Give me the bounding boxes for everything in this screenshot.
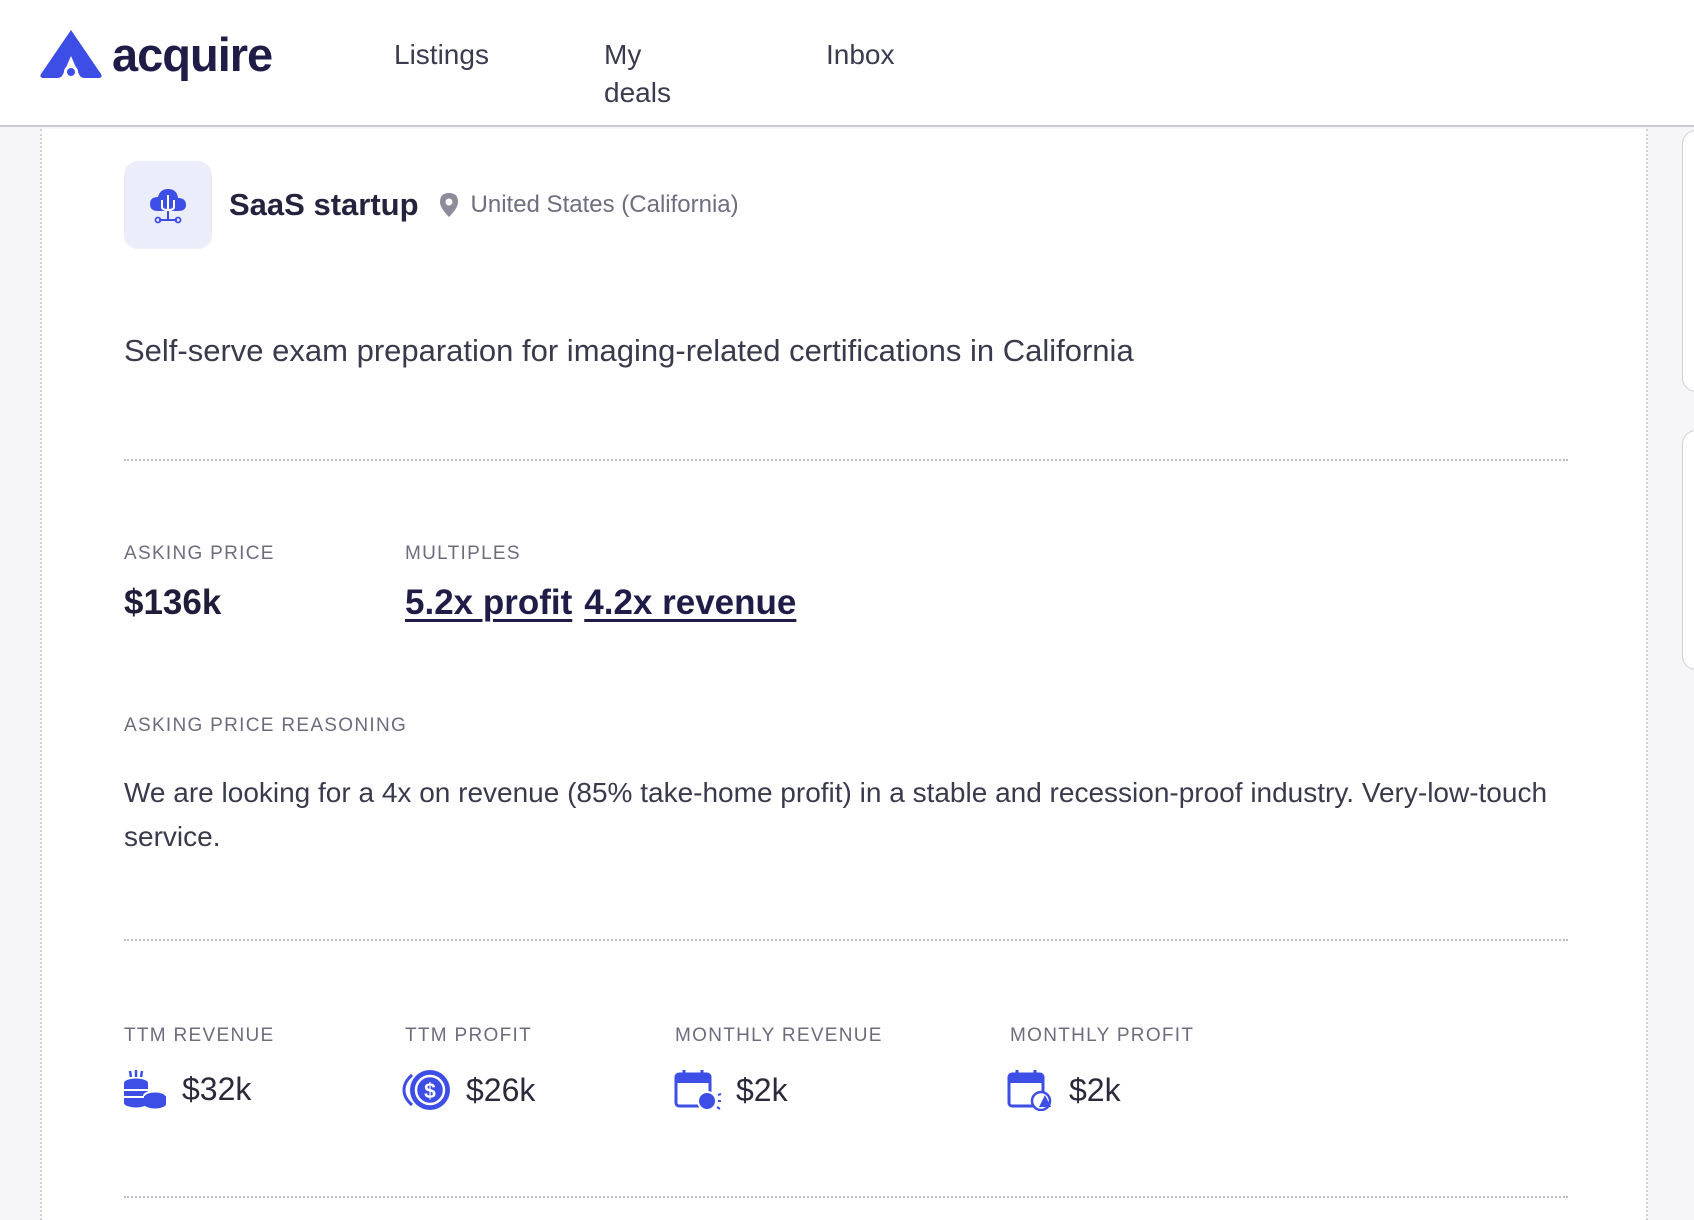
asking-price-reasoning-label: ASKING PRICE REASONING [124,715,408,736]
nav-inbox[interactable]: Inbox [826,36,895,74]
ttm-revenue-label: TTM REVENUE [124,1025,275,1046]
ttm-revenue-value: $32k [182,1070,252,1107]
location-text: United States (California) [470,191,739,218]
section-divider [124,459,1568,461]
monthly-revenue-value: $2k [736,1071,788,1108]
ttm-profit-metric: $ $26k [402,1067,535,1113]
listing-location: United States (California) [439,191,739,219]
listing-card: SaaS startup United States (California) … [40,129,1648,1220]
monthly-profit-label: MONTHLY PROFIT [1010,1025,1195,1046]
monthly-revenue-metric: $2k [674,1069,788,1111]
listing-header: SaaS startup United States (California) [124,161,739,249]
nav-listings[interactable]: Listings [394,36,489,74]
location-pin-icon [439,193,458,217]
coins-stack-icon [124,1070,167,1109]
listing-category: SaaS startup [229,187,419,222]
ttm-revenue-metric: $32k [122,1069,251,1109]
section-divider [124,939,1568,941]
acquire-logo[interactable]: acquire [38,27,273,81]
profit-multiple-link[interactable]: 5.2x profit [405,583,572,623]
section-divider [124,1196,1568,1198]
multiples-label: MULTIPLES [405,543,521,564]
asking-price-label: ASKING PRICE [124,543,275,564]
asking-price-value: $136k [124,583,222,622]
category-badge [124,161,212,249]
cloud-network-icon [150,189,186,224]
svg-text:$: $ [424,1080,436,1103]
listing-tagline: Self-serve exam preparation for imaging-… [124,333,1134,368]
side-panel-edge[interactable] [1682,130,1694,392]
dollar-coin-icon: $ [402,1070,450,1110]
top-navigation-bar: acquire Listings My deals Inbox [0,0,1694,127]
ttm-profit-label: TTM PROFIT [405,1025,532,1046]
ttm-profit-value: $26k [466,1071,536,1108]
nav-my-deals[interactable]: My deals [604,36,671,112]
monthly-profit-metric: $2k [1007,1069,1121,1111]
acquire-logo-icon [40,30,102,79]
monthly-profit-value: $2k [1069,1071,1121,1108]
calendar-drop-icon [1007,1070,1052,1111]
monthly-revenue-label: MONTHLY REVENUE [675,1025,883,1046]
acquire-wordmark: acquire [112,27,273,81]
multiples-links: 5.2x profit 4.2x revenue [405,583,796,623]
revenue-multiple-link[interactable]: 4.2x revenue [584,583,796,623]
calendar-coin-icon [674,1070,722,1111]
asking-price-reasoning-text: We are looking for a 4x on revenue (85% … [124,777,1548,852]
side-panel-edge[interactable] [1682,430,1694,670]
